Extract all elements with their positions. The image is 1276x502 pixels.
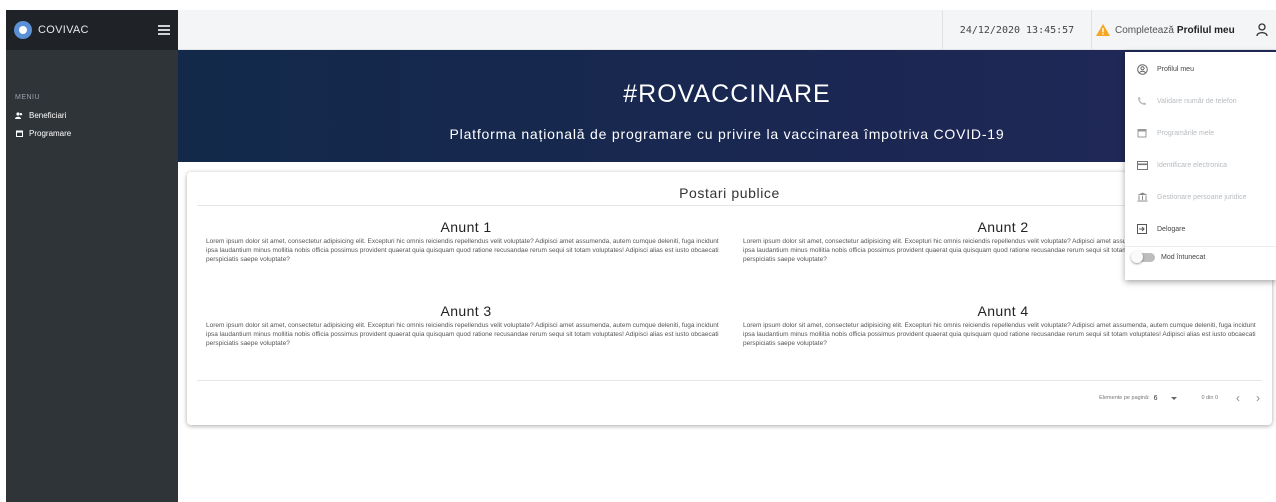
hamburger-menu-icon[interactable] <box>158 23 170 37</box>
banner-title: #ROVACCINARE <box>623 80 831 108</box>
dark-mode-toggle[interactable] <box>1131 250 1155 263</box>
bank-icon <box>1135 190 1149 204</box>
page-range-label: 0 din 0 <box>1201 395 1218 401</box>
next-page-button[interactable]: › <box>1256 391 1260 405</box>
top-bar: 24/12/2020 13:45:57 Completează Profilul… <box>178 10 1276 50</box>
menu-item-phone-validation[interactable]: Validare număr de telefon <box>1125 90 1276 112</box>
post-item: Anunt 4 Lorem ipsum dolor sit amet, cons… <box>743 303 1263 348</box>
post-title: Anunt 3 <box>440 303 492 319</box>
sidebar-item-programare[interactable]: Programare <box>15 127 178 139</box>
profile-dropdown-menu: Profilul meu Validare număr de telefon P… <box>1125 52 1276 280</box>
account-circle-icon <box>1135 62 1149 76</box>
divider <box>197 205 1262 206</box>
calendar-icon <box>1135 126 1149 140</box>
public-posts-card: Postari publice Anunt 1 Lorem ipsum dolo… <box>187 172 1272 425</box>
post-item: Anunt 3 Lorem ipsum dolor sit amet, cons… <box>206 303 726 348</box>
items-per-page-label: Elemente pe pagină: <box>1099 395 1150 401</box>
covivac-logo-icon <box>14 21 32 39</box>
sidebar-item-beneficiari[interactable]: Beneficiari <box>15 109 178 121</box>
menu-item-label: Programările mele <box>1157 129 1215 137</box>
menu-item-profile[interactable]: Profilul meu <box>1125 58 1276 80</box>
complete-profile-prefix: Completează <box>1115 24 1174 36</box>
complete-profile-link[interactable]: Completează Profilul meu <box>1096 10 1235 50</box>
menu-item-label: Delogare <box>1157 225 1186 233</box>
post-item: Anunt 1 Lorem ipsum dolor sit amet, cons… <box>206 219 726 264</box>
brand-bar: COVIVAC <box>6 10 178 50</box>
dark-mode-label: Mod întunecat <box>1161 253 1206 261</box>
menu-item-electronic-id[interactable]: Identificare electronica <box>1125 154 1276 176</box>
post-body: Lorem ipsum dolor sit amet, consectetur … <box>743 322 1256 347</box>
post-body: Lorem ipsum dolor sit amet, consectetur … <box>206 322 719 347</box>
divider <box>197 380 1262 381</box>
post-title: Anunt 4 <box>977 303 1029 319</box>
complete-profile-target: Profilul meu <box>1176 24 1235 36</box>
sidebar: COVIVAC MENIU Beneficiari Programare <box>6 10 178 502</box>
paginator: Elemente pe pagină: 6 0 din 0 ‹ › <box>1099 390 1260 406</box>
current-datetime: 24/12/2020 13:45:57 <box>942 10 1092 50</box>
hero-banner: #ROVACCINARE Platforma națională de prog… <box>178 50 1276 162</box>
phone-icon <box>1135 94 1149 108</box>
menu-item-label: Identificare electronica <box>1157 161 1228 169</box>
items-per-page-select[interactable]: 6 <box>1154 395 1158 402</box>
sidebar-item-label: Programare <box>29 128 72 138</box>
banner-subtitle: Platforma națională de programare cu pri… <box>449 126 1005 142</box>
credit-card-icon <box>1135 158 1149 172</box>
calendar-icon <box>15 129 23 137</box>
users-icon <box>15 111 23 119</box>
menu-item-logout[interactable]: Delogare <box>1125 218 1276 240</box>
menu-section-title: MENIU <box>15 94 41 101</box>
menu-item-label: Gestionare persoane juridice <box>1157 193 1247 201</box>
sidebar-item-label: Beneficiari <box>29 110 67 120</box>
app-root: COVIVAC MENIU Beneficiari Programare 24/… <box>0 0 1276 502</box>
chevron-down-icon[interactable] <box>1171 396 1178 400</box>
menu-item-label: Profilul meu <box>1157 65 1194 73</box>
card-title: Postari publice <box>679 185 780 201</box>
logout-icon <box>1135 222 1149 236</box>
dark-mode-toggle-row[interactable]: Mod întunecat <box>1125 246 1276 268</box>
warning-icon <box>1096 24 1110 36</box>
menu-item-label: Validare număr de telefon <box>1157 97 1237 105</box>
post-body: Lorem ipsum dolor sit amet, consectetur … <box>206 238 719 263</box>
menu-item-legal-entities[interactable]: Gestionare persoane juridice <box>1125 186 1276 208</box>
app-title: COVIVAC <box>38 24 89 36</box>
post-title: Anunt 1 <box>440 219 492 235</box>
menu-item-my-appointments[interactable]: Programările mele <box>1125 122 1276 144</box>
previous-page-button[interactable]: ‹ <box>1236 391 1240 405</box>
user-icon[interactable] <box>1256 23 1268 37</box>
